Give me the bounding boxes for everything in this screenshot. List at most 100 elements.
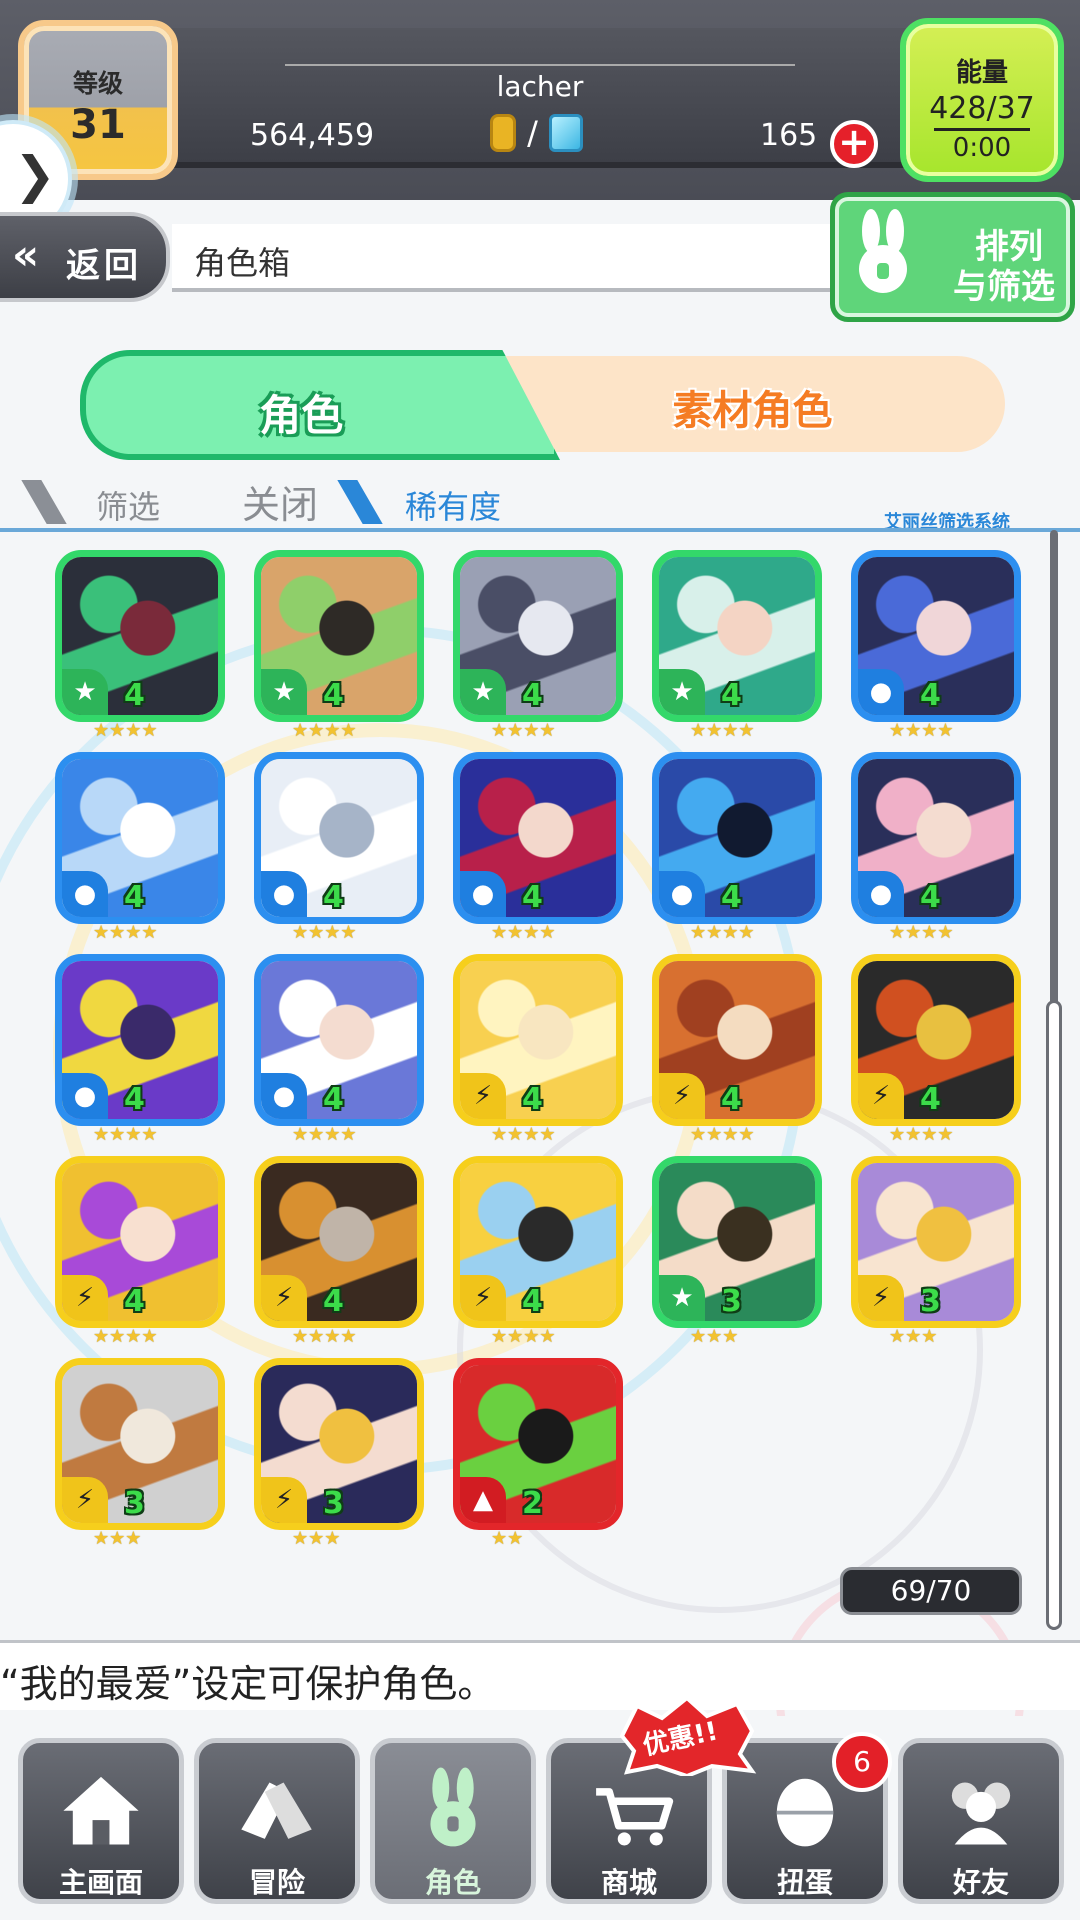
character-level: 4 bbox=[323, 678, 344, 713]
character-card[interactable]: ● 4 bbox=[652, 752, 822, 924]
thunder-icon: ⚡ bbox=[261, 1275, 307, 1321]
rarity-stars: ★★★★ bbox=[889, 922, 954, 943]
rabbit-icon bbox=[430, 1767, 476, 1847]
character-card[interactable]: ⚡ 4 bbox=[453, 1156, 623, 1328]
water-icon: ● bbox=[62, 871, 108, 917]
nav-friends-label: 好友 bbox=[952, 1866, 1009, 1899]
rarity-stars: ★★★★ bbox=[93, 1326, 158, 1347]
character-card[interactable]: ⚡ 4 bbox=[453, 954, 623, 1126]
buy-gems-button[interactable]: + bbox=[830, 120, 878, 168]
character-card[interactable]: ● 4 bbox=[254, 752, 424, 924]
character-card[interactable]: ⚡ 3 bbox=[851, 1156, 1021, 1328]
thunder-icon: ⚡ bbox=[62, 1275, 108, 1321]
nav-friends[interactable]: 好友 bbox=[898, 1738, 1064, 1904]
chevron-right-icon: ❯ bbox=[14, 146, 56, 204]
character-level: 4 bbox=[721, 678, 742, 713]
character-card[interactable]: ★ 4 bbox=[453, 550, 623, 722]
character-card[interactable]: ★ 4 bbox=[652, 550, 822, 722]
scrollbar-thumb[interactable] bbox=[1046, 1000, 1062, 1630]
nav-adventure[interactable]: 冒险 bbox=[194, 1738, 360, 1904]
energy-badge[interactable]: 能量 428/37 0:00 bbox=[900, 18, 1064, 182]
thunder-icon: ⚡ bbox=[460, 1073, 506, 1119]
nav-home[interactable]: 主画面 bbox=[18, 1738, 184, 1904]
character-level: 4 bbox=[124, 1284, 145, 1319]
character-card[interactable]: ▲ 2 bbox=[453, 1358, 623, 1530]
rarity-stars: ★★★★ bbox=[292, 1124, 357, 1145]
nav-home-label: 主画面 bbox=[58, 1866, 143, 1899]
tab-characters-label: 角色 bbox=[259, 391, 344, 440]
energy-divider bbox=[934, 128, 1030, 131]
currency-separator: / bbox=[527, 114, 538, 152]
filter-stripe-active bbox=[337, 480, 383, 524]
filter-value[interactable]: 稀有度 bbox=[405, 482, 501, 528]
sort-filter-button[interactable]: 排列 与筛选 bbox=[830, 192, 1075, 322]
thunder-icon: ⚡ bbox=[261, 1477, 307, 1523]
character-level: 4 bbox=[323, 1082, 344, 1117]
nav-characters[interactable]: 角色 bbox=[370, 1738, 536, 1904]
nav-shop-label: 商城 bbox=[600, 1866, 657, 1899]
tab-characters[interactable]: 角色 bbox=[80, 350, 560, 460]
character-card[interactable]: ★ 4 bbox=[55, 550, 225, 722]
bottom-navigation: 主画面 冒险 角色 商城 扭蛋 好友 bbox=[0, 1716, 1080, 1920]
thunder-icon: ⚡ bbox=[460, 1275, 506, 1321]
character-card[interactable]: ● 4 bbox=[55, 954, 225, 1126]
double-chevron-left-icon: « bbox=[12, 230, 40, 279]
filter-underline bbox=[0, 528, 1080, 532]
character-level: 4 bbox=[721, 1082, 742, 1117]
rarity-stars: ★★★★ bbox=[889, 720, 954, 741]
player-name: lacher bbox=[496, 70, 584, 103]
character-card[interactable]: ★ 3 bbox=[652, 1156, 822, 1328]
hint-bar: “我的最爱”设定可保护角色。 bbox=[0, 1640, 1080, 1710]
character-level: 4 bbox=[522, 880, 543, 915]
rabbit-sort-icon bbox=[859, 209, 907, 293]
character-card[interactable]: ⚡ 3 bbox=[55, 1358, 225, 1530]
water-icon: ● bbox=[261, 1073, 307, 1119]
filter-label: 筛选 bbox=[96, 488, 161, 526]
rarity-stars: ★★★★ bbox=[491, 1326, 556, 1347]
character-card[interactable]: ★ 4 bbox=[254, 550, 424, 722]
character-card[interactable]: ● 4 bbox=[55, 752, 225, 924]
character-card[interactable]: ⚡ 4 bbox=[254, 1156, 424, 1328]
page-title-bar: 角色箱 bbox=[172, 224, 832, 292]
friends-icon bbox=[951, 1782, 1011, 1845]
coin-icon bbox=[490, 114, 516, 152]
character-grid: ★ 4 ★★★★ ★ 4 ★★★★ ★ 4 ★★★★ ★ 4 ★★★★ ● 4 ★★★★ ● 4 ★★★★ ● 4 ★★… bbox=[55, 550, 1035, 1550]
character-level: 3 bbox=[124, 1486, 145, 1521]
character-card[interactable]: ⚡ 4 bbox=[652, 954, 822, 1126]
wind-icon: ★ bbox=[659, 1275, 705, 1321]
energy-label: 能量 bbox=[955, 58, 1008, 88]
character-card[interactable]: ⚡ 4 bbox=[55, 1156, 225, 1328]
currency-row: 564,459 / 165 bbox=[170, 114, 870, 164]
character-level: 4 bbox=[721, 880, 742, 915]
rarity-stars: ★★★ bbox=[93, 1528, 142, 1549]
handshake-icon bbox=[241, 1782, 312, 1839]
character-card[interactable]: ● 4 bbox=[453, 752, 623, 924]
character-card[interactable]: ● 4 bbox=[851, 752, 1021, 924]
water-icon: ● bbox=[261, 871, 307, 917]
thunder-icon: ⚡ bbox=[659, 1073, 705, 1119]
filter-toggle[interactable]: 关闭 bbox=[242, 474, 318, 529]
energy-value: 428/37 bbox=[929, 91, 1035, 126]
fire-icon: ▲ bbox=[460, 1477, 506, 1523]
promo-burst[interactable]: 优惠!! bbox=[612, 1695, 762, 1779]
filter-stripe bbox=[21, 480, 67, 524]
character-level: 4 bbox=[522, 678, 543, 713]
sort-label-line2: 与筛选 bbox=[953, 267, 1055, 307]
thunder-icon: ⚡ bbox=[858, 1073, 904, 1119]
back-button[interactable]: « 返回 bbox=[0, 212, 170, 302]
rarity-stars: ★★★★ bbox=[690, 720, 755, 741]
rarity-stars: ★★★ bbox=[690, 1326, 739, 1347]
water-icon: ● bbox=[460, 871, 506, 917]
character-card[interactable]: ● 4 bbox=[851, 550, 1021, 722]
rarity-stars: ★★ bbox=[491, 1528, 524, 1549]
character-card[interactable]: ● 4 bbox=[254, 954, 424, 1126]
name-divider bbox=[285, 64, 795, 66]
character-card[interactable]: ⚡ 4 bbox=[851, 954, 1021, 1126]
rarity-stars: ★★★★ bbox=[889, 1124, 954, 1145]
wind-icon: ★ bbox=[659, 669, 705, 715]
character-card[interactable]: ⚡ 3 bbox=[254, 1358, 424, 1530]
tab-material-characters[interactable]: 素材角色 bbox=[500, 356, 1005, 452]
rarity-stars: ★★★★ bbox=[690, 1124, 755, 1145]
rank-label: 等级 bbox=[72, 69, 123, 98]
water-icon: ● bbox=[858, 871, 904, 917]
